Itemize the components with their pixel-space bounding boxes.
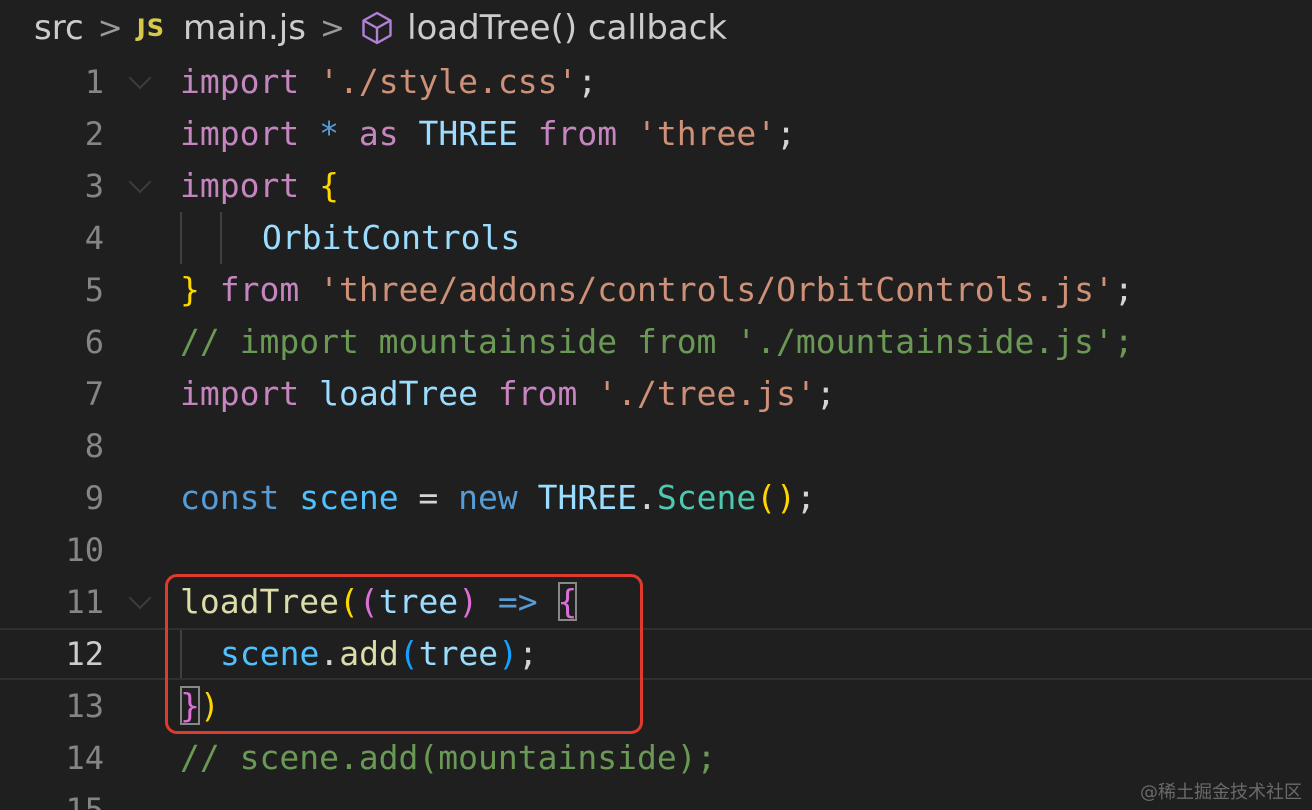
- breadcrumb: src > JS main.js > loadTree() callback: [34, 0, 727, 56]
- breadcrumb-file-label: main.js: [183, 8, 306, 48]
- line-number: 7: [84, 375, 104, 413]
- code-line[interactable]: 4 OrbitControls: [0, 212, 1312, 264]
- line-number: 6: [84, 323, 104, 361]
- line-number: 10: [65, 531, 104, 569]
- fold-chevron-icon[interactable]: [128, 170, 152, 194]
- line-number: 3: [84, 167, 104, 205]
- breadcrumb-symbol-label: loadTree() callback: [407, 8, 728, 48]
- line-number: 15: [65, 791, 104, 810]
- highlight-annotation-box: [165, 574, 643, 734]
- code-line[interactable]: 9 const scene = new THREE.Scene();: [0, 472, 1312, 524]
- line-number: 12: [65, 635, 104, 673]
- code-line[interactable]: 15: [0, 784, 1312, 810]
- chevron-right-icon: >: [97, 10, 123, 46]
- code-text: import {: [180, 166, 339, 205]
- fold-chevron-icon[interactable]: [128, 586, 152, 610]
- line-number: 5: [84, 271, 104, 309]
- code-line[interactable]: 10: [0, 524, 1312, 576]
- line-number: 13: [65, 687, 104, 725]
- chevron-right-icon: >: [319, 10, 346, 46]
- line-number: 4: [84, 219, 104, 257]
- line-number: 9: [84, 479, 104, 517]
- cube-icon: [362, 11, 392, 45]
- code-line[interactable]: 2 import * as THREE from 'three';: [0, 108, 1312, 160]
- code-line[interactable]: 3 import {: [0, 160, 1312, 212]
- code-line[interactable]: 14 // scene.add(mountainside);: [0, 732, 1312, 784]
- code-text: OrbitControls: [262, 218, 521, 257]
- breadcrumb-symbol[interactable]: loadTree() callback: [359, 8, 727, 48]
- code-line[interactable]: 6 // import mountainside from './mountai…: [0, 316, 1312, 368]
- code-text: const scene = new THREE.Scene();: [180, 478, 816, 517]
- code-text: import * as THREE from 'three';: [180, 114, 796, 153]
- line-number: 11: [65, 583, 104, 621]
- code-text: // import mountainside from './mountains…: [180, 322, 1134, 361]
- line-number: 8: [84, 427, 104, 465]
- code-line[interactable]: 5 } from 'three/addons/controls/OrbitCon…: [0, 264, 1312, 316]
- line-number: 1: [84, 63, 104, 101]
- javascript-file-icon: JS: [136, 14, 165, 42]
- code-text: // scene.add(mountainside);: [180, 738, 717, 777]
- code-text: import loadTree from './tree.js';: [180, 374, 836, 413]
- fold-chevron-icon[interactable]: [128, 66, 152, 90]
- code-line[interactable]: 8: [0, 420, 1312, 472]
- code-text: } from 'three/addons/controls/OrbitContr…: [180, 270, 1134, 309]
- line-number: 14: [65, 739, 104, 777]
- watermark: @稀土掘金技术社区: [1140, 782, 1302, 803]
- breadcrumb-file[interactable]: JS main.js: [137, 8, 306, 48]
- breadcrumb-folder[interactable]: src: [34, 8, 84, 48]
- code-text: import './style.css';: [180, 62, 598, 101]
- code-line[interactable]: 1 import './style.css';: [0, 56, 1312, 108]
- line-number: 2: [84, 115, 104, 153]
- code-line[interactable]: 7 import loadTree from './tree.js';: [0, 368, 1312, 420]
